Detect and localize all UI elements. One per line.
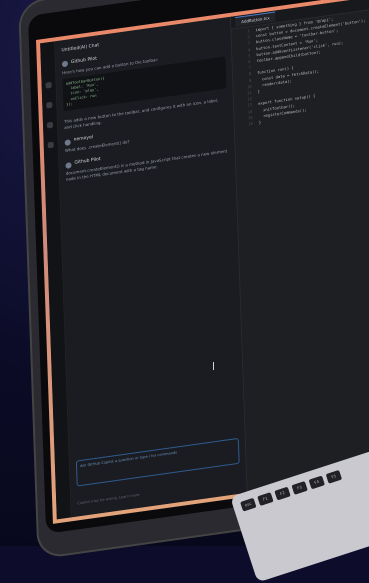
chat-input[interactable]: Ask GitHub Copilot a question or type / … bbox=[76, 438, 240, 487]
laptop: Untitled(AI) Chat Github Pilot Here's ho… bbox=[0, 0, 369, 546]
keyboard-key: F3 bbox=[291, 481, 307, 495]
source-control-icon[interactable] bbox=[47, 122, 53, 129]
avatar bbox=[65, 162, 71, 169]
search-icon[interactable] bbox=[46, 102, 52, 109]
text-cursor bbox=[213, 362, 214, 370]
code-editor[interactable]: AddButton.tsx 1import { something } from… bbox=[231, 0, 369, 493]
line-number: 16 bbox=[239, 121, 253, 129]
files-icon[interactable] bbox=[46, 82, 52, 89]
screen: Untitled(AI) Chat Github Pilot Here's ho… bbox=[36, 0, 369, 524]
avatar bbox=[62, 61, 68, 68]
chat-panel: Untitled(AI) Chat Github Pilot Here's ho… bbox=[55, 17, 248, 518]
code-lines[interactable]: 1import { something } from '@/api';2cons… bbox=[232, 5, 369, 492]
line-code: } bbox=[258, 89, 260, 94]
keyboard-key: esc bbox=[240, 498, 256, 512]
avatar bbox=[65, 139, 71, 146]
keyboard-key: F4 bbox=[309, 475, 325, 489]
ide-window: Untitled(AI) Chat Github Pilot Here's ho… bbox=[40, 0, 369, 519]
keyboard-key: F5 bbox=[326, 470, 342, 484]
keyboard-key: F1 bbox=[257, 492, 273, 506]
keyboard-key: F2 bbox=[274, 487, 290, 501]
chat-icon[interactable] bbox=[48, 142, 54, 149]
line-code: } bbox=[259, 120, 261, 125]
footer-hint: Copilot may be wrong. Learn more bbox=[77, 492, 139, 506]
